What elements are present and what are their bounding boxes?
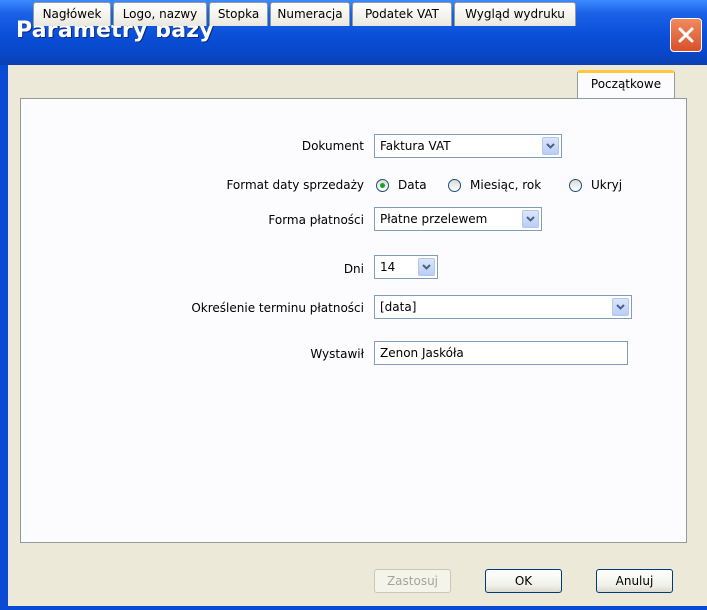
dropdown-button[interactable] [542,137,559,155]
tab-podatek-vat[interactable]: Podatek VAT [352,2,452,26]
termin-value: [data] [380,300,417,314]
tab-panel-poczatkowe [20,98,687,543]
dropdown-button[interactable] [612,298,629,316]
ok-button[interactable]: OK [485,569,562,593]
radio-selected-dot [380,183,385,188]
radio-ukryj-label[interactable]: Ukryj [591,178,622,192]
chevron-down-icon [616,304,625,310]
dokument-select[interactable]: Faktura VAT [374,134,562,158]
forma-platnosci-value: Płatne przelewem [380,212,488,226]
tab-poczatkowe[interactable]: Początkowe [577,70,675,98]
dni-value: 14 [380,260,396,274]
tab-naglowek[interactable]: Nagłówek [33,2,111,26]
cancel-button[interactable]: Anuluj [596,569,673,593]
wystawil-label: Wystawił [310,347,364,361]
radio-miesiac-rok-label[interactable]: Miesiąc, rok [470,178,541,192]
dokument-value: Faktura VAT [380,139,451,153]
tab-stopka[interactable]: Stopka [209,2,268,26]
wystawil-field[interactable]: Zenon Jaskóła [374,341,628,365]
chevron-down-icon [546,143,555,149]
dropdown-button[interactable] [418,258,435,276]
close-icon [678,27,694,43]
radio-data-label[interactable]: Data [398,178,427,192]
dni-select[interactable]: 14 [374,255,438,279]
chevron-down-icon [422,264,431,270]
radio-data[interactable] [376,179,389,192]
dialog-window: Parametry bazy Nagłówek Logo, nazwy Stop… [0,0,707,610]
format-daty-label: Format daty sprzedaży [226,178,364,192]
tab-logo-nazwy[interactable]: Logo, nazwy [113,2,207,26]
termin-label: Określenie terminu płatności [191,301,364,315]
dropdown-button[interactable] [522,210,539,228]
tab-wyglad-wydruku[interactable]: Wygląd wydruku [454,2,576,26]
chevron-down-icon [526,216,535,222]
forma-platnosci-select[interactable]: Płatne przelewem [374,207,542,231]
close-button[interactable] [670,18,702,52]
window-frame-bottom [0,606,707,610]
dokument-label: Dokument [301,139,364,153]
dni-label: Dni [343,262,364,276]
window-frame-left [0,65,8,610]
forma-platnosci-label: Forma płatności [268,213,364,227]
radio-ukryj[interactable] [569,179,582,192]
radio-miesiac-rok[interactable] [448,179,461,192]
termin-select[interactable]: [data] [374,295,632,319]
apply-button[interactable]: Zastosuj [374,569,451,593]
wystawil-value: Zenon Jaskóła [380,346,464,360]
tab-numeracja[interactable]: Numeracja [270,2,350,26]
